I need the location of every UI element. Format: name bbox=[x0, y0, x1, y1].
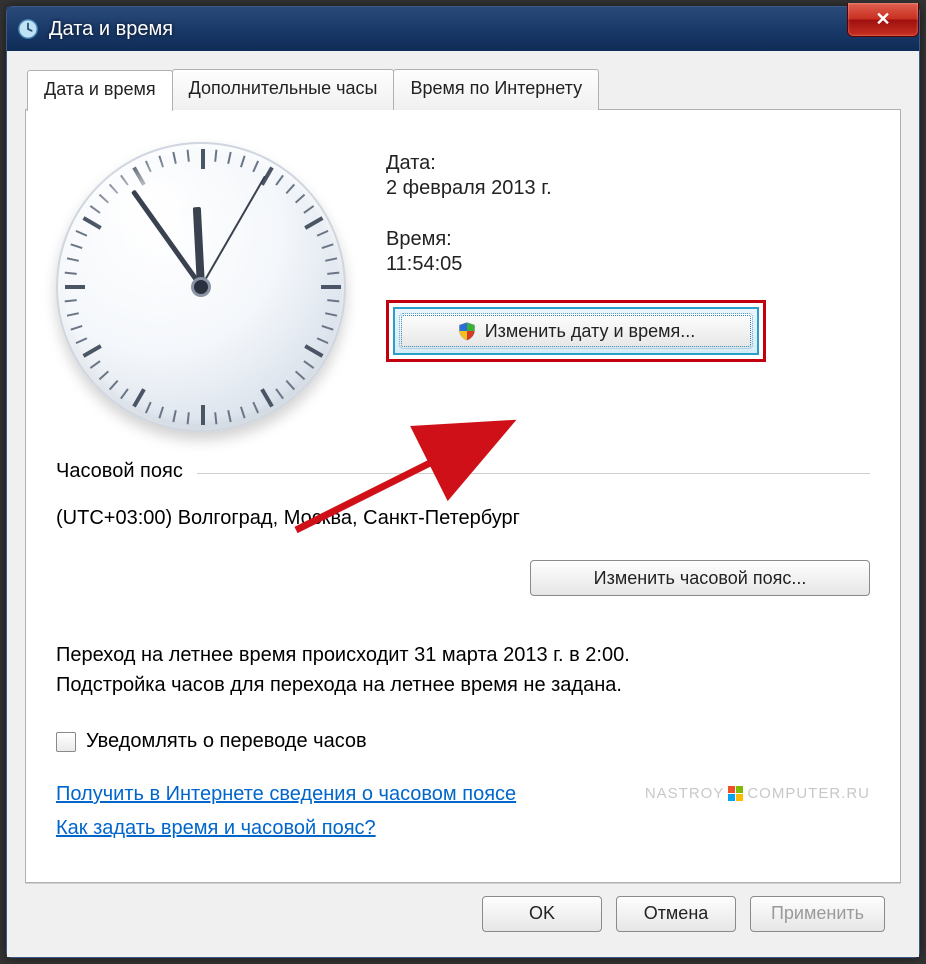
divider bbox=[197, 473, 870, 474]
date-value: 2 февраля 2013 г. bbox=[386, 177, 870, 200]
time-value: 11:54:05 bbox=[386, 253, 870, 276]
time-label: Время: bbox=[386, 228, 870, 251]
date-time-dialog: Дата и время ✕ Дата и время Дополнительн… bbox=[6, 6, 920, 958]
watermark: NASTROY COMPUTER.RU bbox=[645, 785, 870, 802]
tab-date-and-time[interactable]: Дата и время bbox=[27, 70, 173, 111]
apply-button[interactable]: Применить bbox=[750, 896, 885, 932]
titlebar[interactable]: Дата и время ✕ bbox=[7, 7, 919, 51]
close-icon: ✕ bbox=[875, 9, 890, 30]
window-title: Дата и время bbox=[49, 18, 173, 41]
notify-row: Уведомлять о переводе часов bbox=[56, 730, 870, 753]
ok-button[interactable]: OK bbox=[482, 896, 602, 932]
link-how-to-set-time[interactable]: Как задать время и часовой пояс? bbox=[56, 817, 376, 839]
change-timezone-button[interactable]: Изменить часовой пояс... bbox=[530, 560, 870, 596]
timezone-header: Часовой пояс bbox=[56, 460, 183, 483]
clock-icon bbox=[17, 18, 39, 40]
dialog-footer: OK Отмена Применить bbox=[25, 883, 901, 943]
client-area: Дата и время Дополнительные часы Время п… bbox=[7, 51, 919, 957]
date-time-info: Дата: 2 февраля 2013 г. Время: 11:54:05 bbox=[386, 142, 870, 432]
link-timezone-info[interactable]: Получить в Интернете сведения о часовом … bbox=[56, 783, 516, 805]
tab-additional-clocks[interactable]: Дополнительные часы bbox=[172, 69, 395, 110]
watermark-left: NASTROY bbox=[645, 785, 725, 802]
timezone-value: (UTC+03:00) Волгоград, Москва, Санкт-Пет… bbox=[56, 507, 870, 530]
dst-line1: Переход на летнее время происходит 31 ма… bbox=[56, 640, 870, 670]
dst-line2: Подстройка часов для перехода на летнее … bbox=[56, 670, 870, 700]
tab-panel: Дата: 2 февраля 2013 г. Время: 11:54:05 bbox=[25, 109, 901, 883]
uac-shield-icon bbox=[457, 321, 477, 341]
close-button[interactable]: ✕ bbox=[847, 3, 919, 37]
dst-info: Переход на летнее время происходит 31 ма… bbox=[56, 640, 870, 700]
analog-clock bbox=[56, 142, 346, 432]
cancel-button[interactable]: Отмена bbox=[616, 896, 736, 932]
annotation-highlight: Изменить дату и время... bbox=[386, 300, 766, 362]
notify-label: Уведомлять о переводе часов bbox=[86, 730, 367, 753]
notify-checkbox[interactable] bbox=[56, 732, 76, 752]
tab-strip: Дата и время Дополнительные часы Время п… bbox=[27, 69, 901, 110]
date-label: Дата: bbox=[386, 152, 870, 175]
timezone-section: Часовой пояс (UTC+03:00) Волгоград, Моск… bbox=[56, 460, 870, 596]
tab-internet-time[interactable]: Время по Интернету bbox=[393, 69, 599, 110]
windows-logo-icon bbox=[728, 786, 743, 801]
change-date-time-button[interactable]: Изменить дату и время... bbox=[399, 313, 753, 349]
change-date-time-label: Изменить дату и время... bbox=[485, 321, 696, 342]
watermark-right: COMPUTER.RU bbox=[747, 785, 870, 802]
